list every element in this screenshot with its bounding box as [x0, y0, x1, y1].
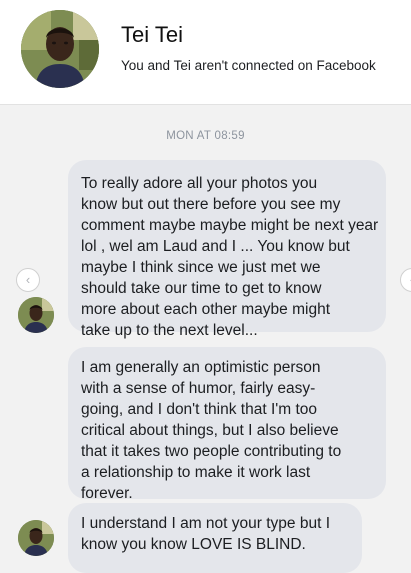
chevron-right-icon[interactable]: ‹ — [400, 268, 411, 292]
message-line: forever. — [81, 485, 133, 502]
message-line: should take our time to get to know — [81, 280, 322, 297]
message-thread: MON AT 08:59 To really adore all your ph… — [0, 105, 411, 573]
sender-avatar[interactable] — [18, 297, 54, 333]
message-line: with a sense of humor, fairly easy- — [81, 380, 316, 397]
sender-avatar[interactable] — [18, 520, 54, 556]
conversation-header: Tei Tei You and Tei aren't connected on … — [0, 0, 411, 105]
message-line: going, and I don't think that I'm too — [81, 401, 317, 418]
message-line: take up to the next level... — [81, 322, 258, 339]
message-line: maybe I think since we just met we — [81, 259, 321, 276]
message-line: I understand I am not your type but I — [81, 515, 331, 532]
message-bubble[interactable]: To really adore all your photos you know… — [68, 160, 386, 339]
message-line: know but out there before you see my — [81, 196, 341, 213]
message-line: know you know LOVE IS BLIND. — [81, 536, 306, 553]
contact-avatar[interactable] — [21, 10, 99, 88]
message-line: lol , wel am Laud and I ... You know but — [81, 238, 350, 255]
message-line: a relationship to make it work last — [81, 464, 311, 481]
message-bubble[interactable]: I understand I am not your type but I kn… — [68, 503, 362, 573]
connection-status: You and Tei aren't connected on Facebook — [121, 58, 376, 73]
message-line: I am generally an optimistic person — [81, 359, 321, 376]
chevron-left-icon[interactable]: ‹ — [16, 268, 40, 292]
message-bubble[interactable]: I am generally an optimistic person with… — [68, 347, 386, 502]
message-timestamp: MON AT 08:59 — [166, 130, 245, 142]
contact-name[interactable]: Tei Tei — [121, 22, 183, 48]
message-line: more about each other maybe might — [81, 301, 330, 318]
message-line: comment maybe maybe might be next year — [81, 217, 379, 234]
message-line: To really adore all your photos you — [81, 175, 318, 192]
message-line: critical about things, but I also believ… — [81, 422, 339, 439]
message-line: that it takes two people contributing to — [81, 443, 342, 460]
